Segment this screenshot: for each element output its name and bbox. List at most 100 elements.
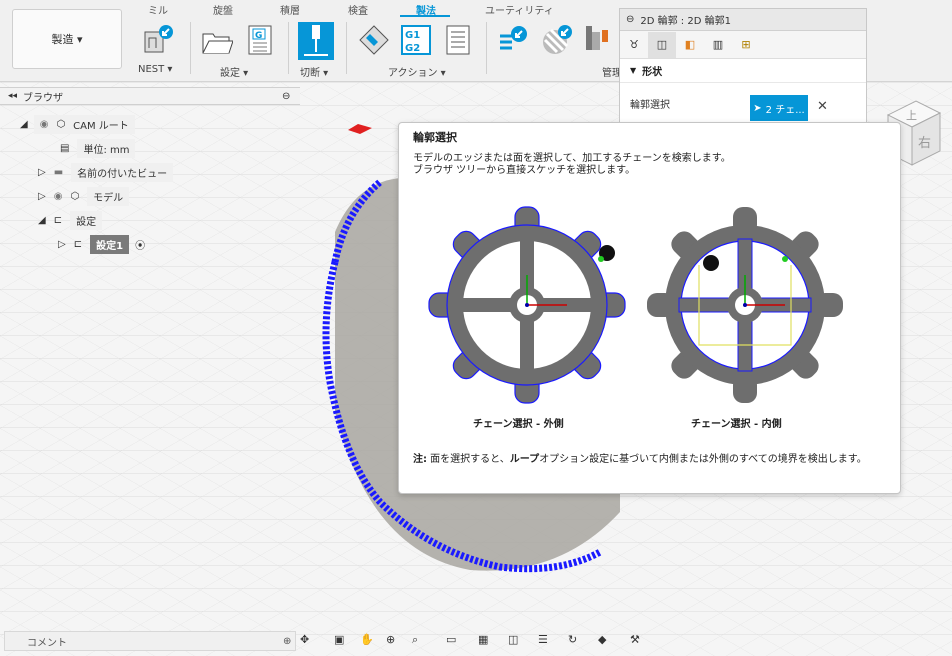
tree-item-setup1[interactable]: ▷ ⊏ 設定1 ⦿ [58, 234, 145, 254]
tree-item-label: CAM ルート [73, 120, 129, 132]
viewcube-top-label[interactable]: 上 [906, 109, 917, 122]
tooltip-note: 注: 面を選択すると、ループオプション設定に基づいて内側または外側のすべての境界… [413, 454, 867, 465]
tree-item-units[interactable]: ▤ 単位: mm [60, 138, 136, 158]
group-label-nest[interactable]: NEST ▾ [138, 64, 172, 75]
tooltip-contour-selection: 輪郭選択 モデルのエッジまたは面を選択して、加工するチェーンを検索します。 ブラ… [398, 122, 901, 494]
zoom-icon[interactable]: ⊕ [386, 633, 404, 651]
cutting-tool-icon[interactable] [298, 22, 334, 60]
section-geometry[interactable]: ▼ 形状 [620, 59, 866, 83]
chain-selection-button[interactable]: ➤ 2 チェ... [750, 95, 808, 121]
contour-dialog: ⊖ 2D 輪郭 : 2D 輪郭1 ♉ ◫ ◧ ▥ ⊞ ▼ 形状 輪郭選択 ➤ 2… [619, 8, 867, 126]
tab-inspection[interactable]: 検査 [348, 2, 368, 17]
group-label-setup[interactable]: 設定 ▾ [220, 64, 248, 79]
tree-item-label: 名前の付いたビュー [71, 162, 174, 182]
refresh-icon[interactable]: ↻ [568, 633, 586, 651]
component-icon: ⬡ [70, 190, 80, 202]
grid-settings-icon[interactable]: ▦ [478, 633, 496, 651]
eye-icon[interactable]: ◉ [40, 119, 49, 130]
linking-icon: ⊞ [741, 38, 751, 51]
svg-text:G: G [255, 31, 262, 41]
tooltip-title: 輪郭選択 [413, 131, 457, 144]
tree-item-label: 設定1 [90, 234, 130, 254]
folder-open-icon[interactable] [201, 26, 233, 58]
tree-item-setups[interactable]: ◢ ⊏ 設定 [38, 210, 103, 230]
environment-icon[interactable]: ◆ [598, 633, 616, 651]
group-label-cut[interactable]: 切断 ▾ [300, 64, 328, 79]
post-process-icon[interactable]: G1 G2 [400, 24, 432, 56]
tree-item-named-views[interactable]: ▷ ▬ 名前の付いたビュー [38, 162, 174, 182]
eye-icon[interactable]: ◉ [54, 191, 63, 202]
browser-title: ブラウザ [23, 92, 64, 104]
tree-item-label: 単位: mm [77, 138, 136, 158]
active-setup-icon[interactable]: ⦿ [135, 237, 145, 252]
section-collapse-icon[interactable]: ▼ [630, 66, 636, 75]
add-comment-icon[interactable]: ⊕ [283, 636, 291, 647]
folder-icon: ▬ [53, 166, 64, 178]
dialog-tabs: ♉ ◫ ◧ ▥ ⊞ [620, 31, 866, 59]
tab-geometry[interactable]: ◫ [648, 31, 676, 58]
nest-icon[interactable] [142, 24, 174, 56]
layers-icon[interactable]: ☰ [538, 633, 556, 651]
group-divider [190, 22, 191, 74]
section-title: 形状 [642, 67, 663, 78]
contour-selection-label: 輪郭選択 [630, 99, 670, 111]
pan-hand-icon[interactable]: ✋ [360, 633, 378, 651]
contour-selection-row: 輪郭選択 [620, 83, 866, 123]
caption-inside: チェーン選択 - 内側 [691, 419, 782, 430]
active-tab-indicator [400, 15, 450, 17]
expand-triangle-icon[interactable]: ▷ [38, 191, 46, 202]
display-settings-icon[interactable]: ▭ [446, 633, 464, 651]
tree-item-cam-root[interactable]: ◢ ◉ ⬡ CAM ルート [20, 114, 135, 134]
component-icon: ⬡ [56, 118, 66, 130]
clear-selection-icon[interactable]: ✕ [817, 99, 828, 114]
comment-label: コメント [27, 637, 67, 649]
expand-triangle-icon[interactable]: ◢ [38, 215, 46, 226]
document-icon: ▤ [60, 142, 70, 154]
orbit-icon[interactable]: ✥ [300, 633, 318, 651]
tab-linking[interactable]: ⊞ [732, 32, 760, 58]
tool-library-icon[interactable] [497, 24, 529, 56]
tree-item-label: 設定 [70, 210, 103, 230]
expand-triangle-icon[interactable]: ◢ [20, 119, 28, 130]
collapse-icon[interactable]: ⊖ [626, 14, 634, 25]
tree-item-model[interactable]: ▷ ◉ ⬡ モデル [38, 186, 130, 206]
tab-mill[interactable]: ミル [148, 2, 168, 17]
folder-open-icon: ⊏ [73, 238, 83, 250]
look-at-icon[interactable]: ▣ [334, 633, 352, 651]
tab-lathe[interactable]: 旋盤 [213, 2, 233, 17]
expand-triangle-icon[interactable]: ▷ [58, 239, 66, 250]
tab-utilities[interactable]: ユーティリティ [485, 2, 554, 17]
expand-triangle-icon[interactable]: ▷ [38, 167, 46, 178]
browser-panel-header[interactable]: ◂◂ ブラウザ ⊖ [0, 87, 300, 105]
group-divider [346, 22, 347, 74]
tab-additive[interactable]: 積層 [280, 2, 300, 17]
simulate-icon[interactable] [358, 24, 390, 56]
machine-library-icon[interactable] [582, 22, 614, 54]
viewports-icon[interactable]: ◫ [508, 633, 526, 651]
tool-display-icon[interactable]: ⚒ [630, 633, 648, 651]
viewcube-right-label[interactable]: 右 [918, 136, 931, 151]
geometry-icon: ◫ [656, 38, 668, 51]
g-code-sheet-icon[interactable]: G [244, 24, 276, 56]
setup-sheet-icon[interactable] [442, 24, 474, 56]
svg-text:G2: G2 [405, 43, 420, 54]
material-library-icon[interactable] [541, 24, 573, 56]
inside-chain-illustration [647, 207, 843, 403]
group-divider [486, 22, 487, 74]
collapse-arrows-icon[interactable]: ◂◂ [8, 91, 17, 101]
fit-icon[interactable]: ⌕ [412, 633, 430, 651]
tab-passes[interactable]: ▥ [704, 32, 732, 58]
tab-heights[interactable]: ◧ [676, 32, 704, 58]
caption-outside: チェーン選択 - 外側 [473, 419, 564, 430]
tool-icon: ♉ [629, 38, 639, 51]
tab-tool[interactable]: ♉ [620, 32, 648, 58]
cursor-icon: ➤ [753, 102, 762, 114]
workspace-switcher-button[interactable]: 製造 ▾ [12, 9, 122, 69]
browser-collapse-icon[interactable]: ⊖ [282, 91, 290, 102]
dialog-titlebar[interactable]: ⊖ 2D 輪郭 : 2D 輪郭1 [620, 9, 866, 31]
comment-bar[interactable]: コメント ⊕ [4, 631, 296, 651]
group-label-action[interactable]: アクション ▾ [388, 64, 446, 79]
heights-icon: ◧ [684, 38, 696, 51]
svg-text:G1: G1 [405, 30, 420, 41]
tree-item-label: モデル [87, 186, 130, 206]
